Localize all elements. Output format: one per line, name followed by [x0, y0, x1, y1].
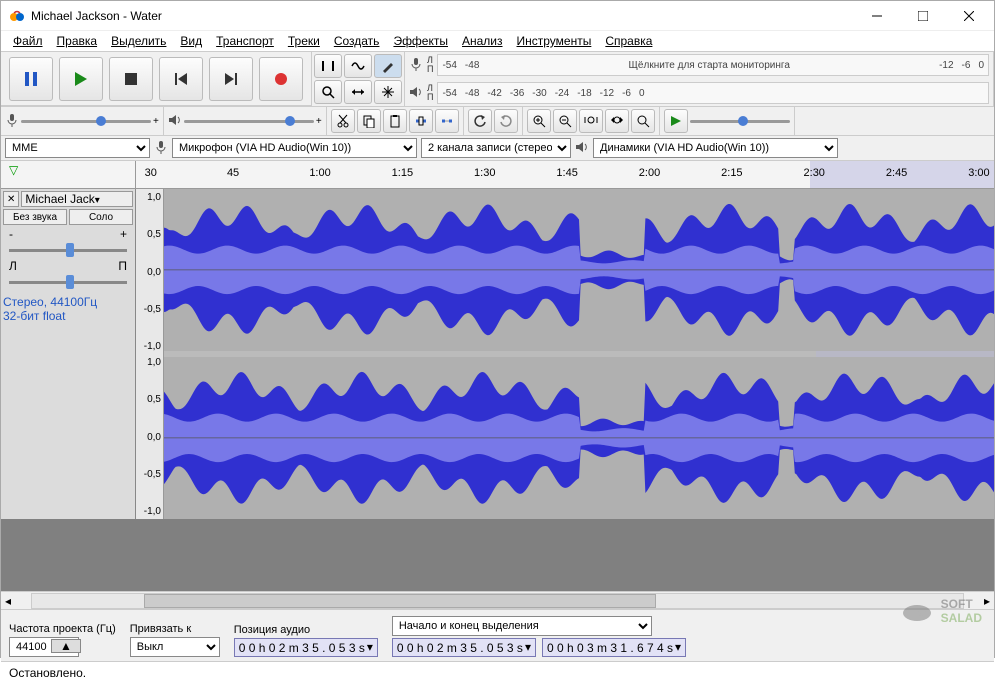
menu-analyze[interactable]: Анализ [456, 32, 509, 50]
status-text: Остановлено. [9, 666, 86, 680]
fit-selection-button[interactable] [579, 109, 603, 133]
menu-bar: Файл Правка Выделить Вид Транспорт Треки… [1, 31, 994, 51]
recording-volume-slider[interactable] [21, 111, 151, 131]
speaker-icon-3 [575, 140, 589, 157]
selection-start-field[interactable]: 0 0 h 0 2 m 3 5 . 0 5 3 s▾ [392, 638, 536, 657]
horizontal-scrollbar[interactable]: ◂ ▸ [1, 591, 994, 609]
waveform-left[interactable] [164, 189, 994, 351]
envelope-tool[interactable] [344, 54, 372, 78]
selection-tool[interactable] [314, 54, 342, 78]
track-format-2: 32-бит float [3, 309, 133, 323]
mic-icon-2 [5, 113, 19, 130]
snap-label: Привязать к [130, 623, 220, 635]
track-close-button[interactable]: ✕ [3, 191, 19, 207]
pause-button[interactable] [9, 57, 53, 101]
paste-button[interactable] [383, 109, 407, 133]
play-at-speed-button[interactable] [664, 109, 688, 133]
undo-button[interactable] [468, 109, 492, 133]
device-toolbar: MME Микрофон (VIA HD Audio(Win 10)) 2 ка… [1, 136, 994, 161]
toolbar-row-1: ЛП -54 -48 Щёлкните для старта мониторин… [1, 51, 994, 107]
waveform-right[interactable] [164, 357, 994, 519]
app-icon [9, 8, 25, 24]
track-gain-slider[interactable] [9, 243, 127, 257]
zoom-toggle-button[interactable] [631, 109, 655, 133]
playback-device-select[interactable]: Динамики (VIA HD Audio(Win 10)) [593, 138, 838, 158]
zoom-in-button[interactable] [527, 109, 551, 133]
mic-icon [409, 57, 423, 74]
empty-track-area[interactable] [1, 519, 994, 591]
redo-button[interactable] [494, 109, 518, 133]
lr-label: ЛП [427, 56, 433, 74]
timeline-ruler[interactable]: ▽ 30451:001:151:301:452:002:152:302:453:… [1, 161, 994, 189]
play-button[interactable] [59, 57, 103, 101]
timeshift-tool[interactable] [344, 80, 372, 104]
zoom-tool[interactable] [314, 80, 342, 104]
maximize-button[interactable] [900, 1, 946, 31]
mic-icon-3 [154, 140, 168, 157]
solo-button[interactable]: Соло [69, 209, 133, 225]
status-bar: Остановлено. [1, 661, 994, 683]
menu-tracks[interactable]: Треки [282, 32, 326, 50]
playback-volume-slider[interactable] [184, 111, 314, 131]
title-bar: Michael Jackson - Water [1, 1, 994, 31]
selection-toolbar: Частота проекта (Гц) 44100 Привязать к В… [1, 609, 994, 661]
track-menu-button[interactable]: Michael Jack▾ [21, 191, 133, 207]
fit-project-button[interactable] [605, 109, 629, 133]
silence-button[interactable] [435, 109, 459, 133]
recording-device-select[interactable]: Микрофон (VIA HD Audio(Win 10)) [172, 138, 417, 158]
menu-help[interactable]: Справка [599, 32, 658, 50]
selection-end-field[interactable]: 0 0 h 0 3 m 3 1 . 6 7 4 s▾ [542, 638, 686, 657]
stop-button[interactable] [109, 57, 153, 101]
window-title: Michael Jackson - Water [31, 9, 854, 23]
track-collapse-button[interactable]: ▲ [51, 639, 81, 653]
minimize-button[interactable] [854, 1, 900, 31]
multi-tool[interactable] [374, 80, 402, 104]
selection-mode-select[interactable]: Начало и конец выделения [392, 616, 652, 636]
skip-end-button[interactable] [209, 57, 253, 101]
track-pan-slider[interactable] [9, 275, 127, 289]
cut-button[interactable] [331, 109, 355, 133]
vertical-scale: 1,00,50,0-0,5-1,0 1,00,50,0-0,5-1,0 [136, 189, 164, 519]
track-format-1: Стерео, 44100Гц [3, 295, 133, 309]
project-rate-label: Частота проекта (Гц) [9, 623, 116, 635]
copy-button[interactable] [357, 109, 381, 133]
audio-position-field[interactable]: 0 0 h 0 2 m 3 5 . 0 5 3 s▾ [234, 638, 378, 657]
menu-file[interactable]: Файл [7, 32, 49, 50]
lr-label-2: ЛП [427, 84, 433, 102]
play-head-icon[interactable]: ▽ [9, 163, 18, 177]
recording-channels-select[interactable]: 2 канала записи (стерео) [421, 138, 571, 158]
trim-button[interactable] [409, 109, 433, 133]
menu-select[interactable]: Выделить [105, 32, 172, 50]
menu-generate[interactable]: Создать [328, 32, 386, 50]
record-button[interactable] [259, 57, 303, 101]
menu-effects[interactable]: Эффекты [387, 32, 454, 50]
audio-position-label: Позиция аудио [234, 624, 378, 636]
menu-transport[interactable]: Транспорт [210, 32, 280, 50]
audio-host-select[interactable]: MME [5, 138, 150, 158]
tracks-area: ✕ Michael Jack▾ Без звука Соло -+ ЛП Сте… [1, 189, 994, 519]
menu-edit[interactable]: Правка [51, 32, 104, 50]
recording-meter[interactable]: -54 -48 Щёлкните для старта мониторинга … [437, 54, 989, 76]
menu-tools[interactable]: Инструменты [511, 32, 598, 50]
waveform-area[interactable] [164, 189, 994, 519]
speaker-icon-2 [168, 113, 182, 130]
mute-button[interactable]: Без звука [3, 209, 67, 225]
menu-view[interactable]: Вид [174, 32, 208, 50]
draw-tool[interactable] [374, 54, 402, 78]
snap-select[interactable]: Выкл [130, 637, 220, 657]
skip-start-button[interactable] [159, 57, 203, 101]
playback-speed-slider[interactable] [690, 111, 790, 131]
close-button[interactable] [946, 1, 992, 31]
track-control-panel: ✕ Michael Jack▾ Без звука Соло -+ ЛП Сте… [1, 189, 136, 519]
toolbar-row-2: + + [1, 107, 994, 136]
zoom-out-button[interactable] [553, 109, 577, 133]
speaker-icon [409, 85, 423, 102]
playback-meter[interactable]: -54-48-42-36-30-24-18-12-60 [437, 82, 989, 104]
